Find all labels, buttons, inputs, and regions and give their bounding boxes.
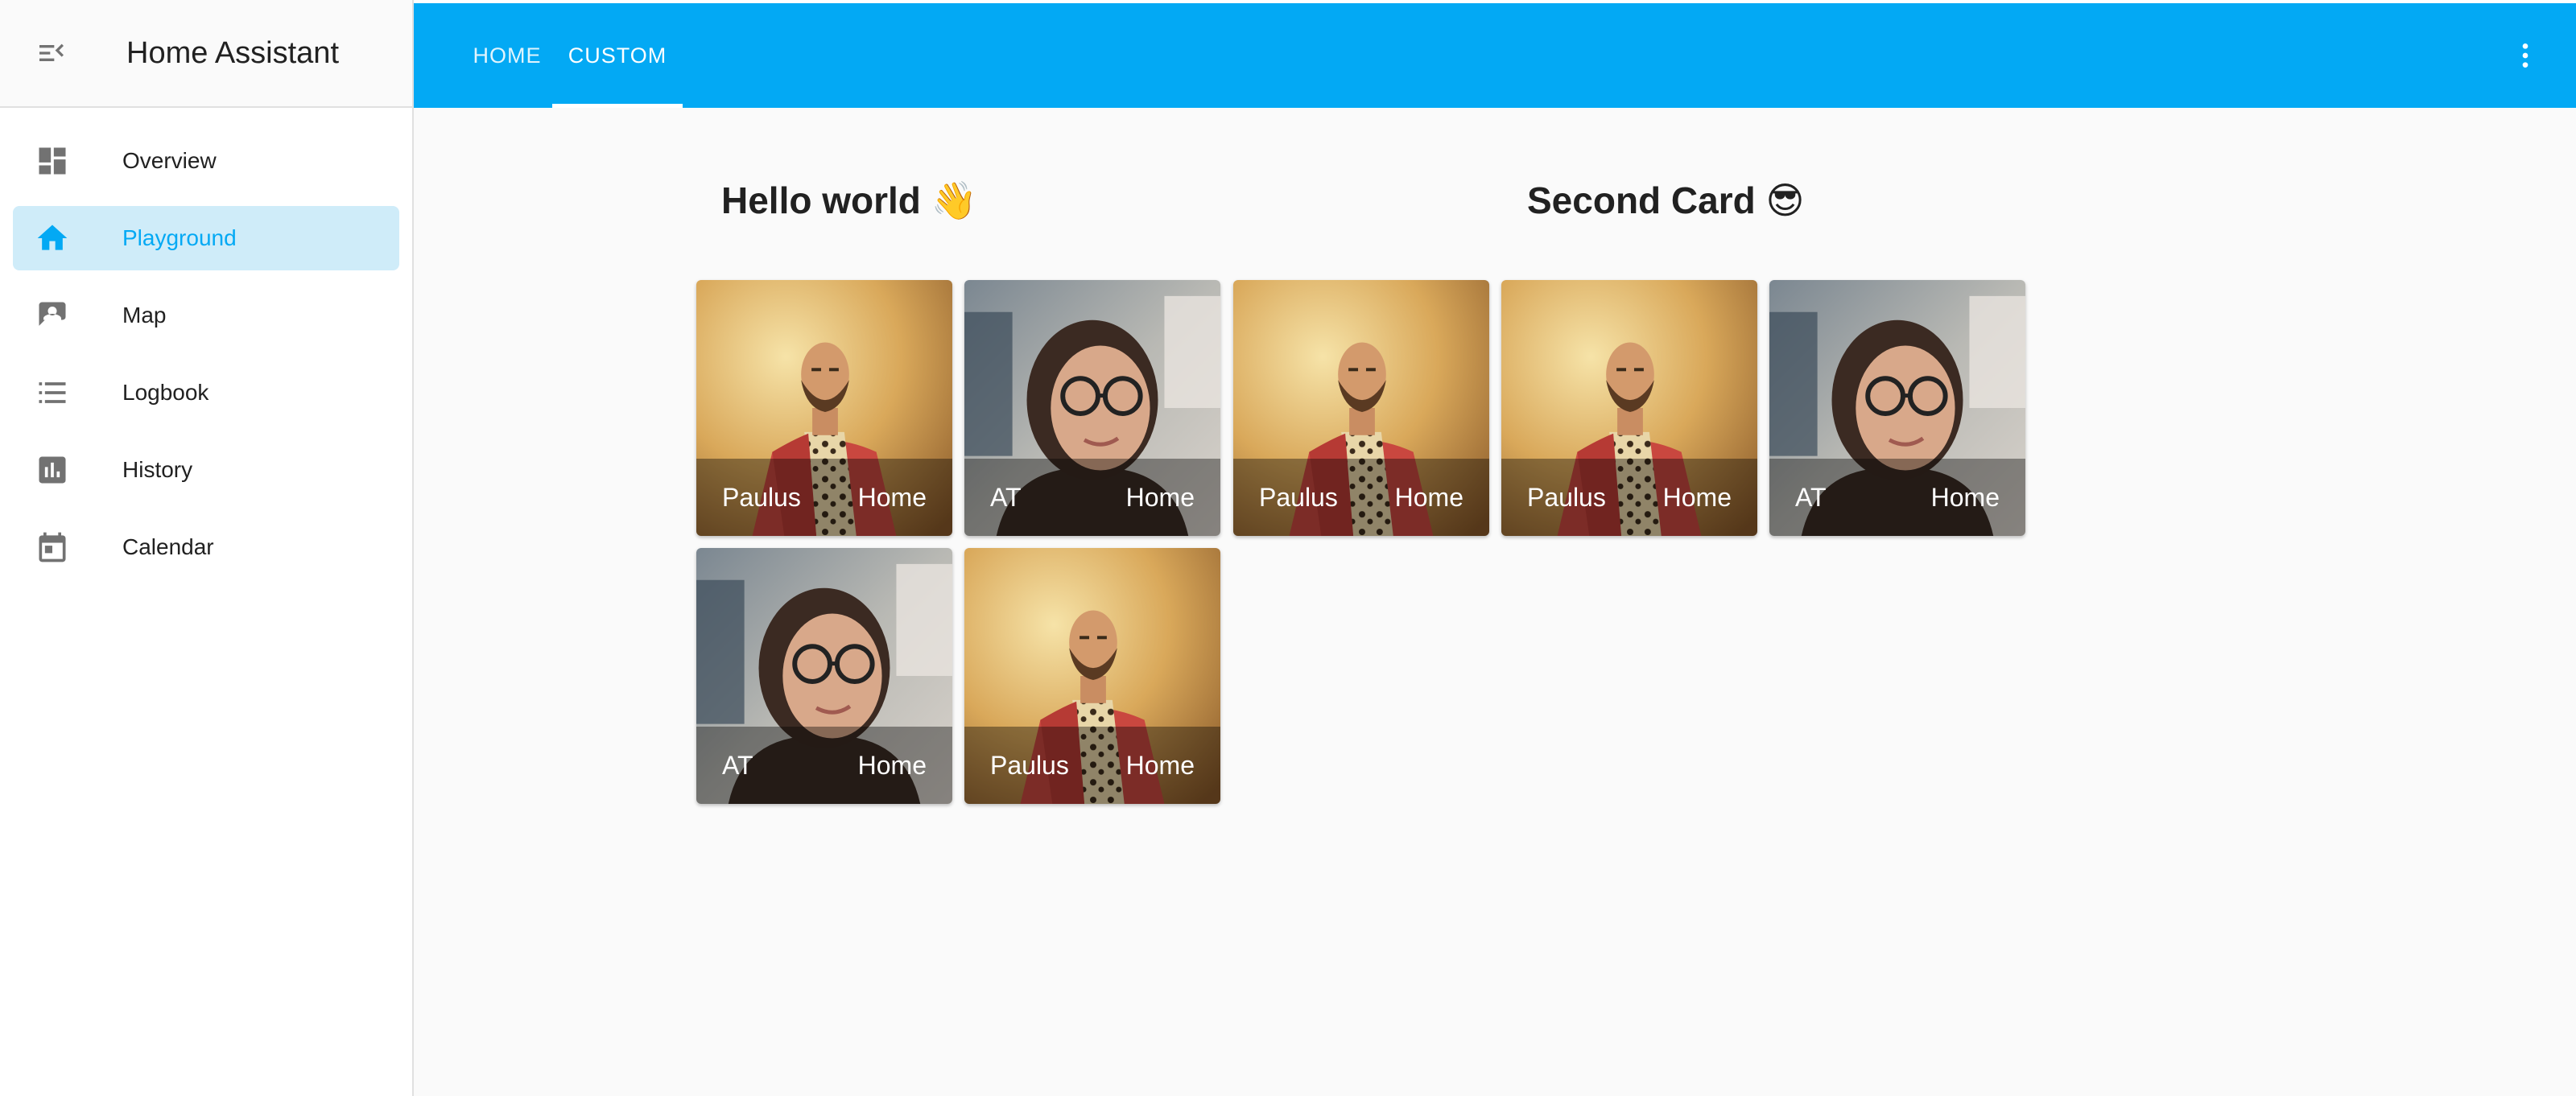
tile-name: Paulus [1259,482,1338,512]
person-tile-paulus[interactable]: Paulus Home [1233,280,1489,536]
dashboard-icon [33,142,72,180]
sidebar-item-label: Logbook [122,380,209,405]
tile-caption: AT Home [696,727,952,804]
tile-name: Paulus [990,750,1069,780]
card-title-second-card: Second Card 😎 [1527,179,1805,221]
sidebar-item-label: Map [122,303,167,328]
person-tile-at[interactable]: AT Home [1769,280,2025,536]
person-tile-paulus[interactable]: Paulus Home [964,548,1220,804]
tab-custom[interactable]: CUSTOM [552,3,683,108]
list-icon [33,373,72,412]
tile-state: Home [857,750,927,780]
active-tab-indicator [552,104,683,108]
person-tile-at[interactable]: AT Home [964,280,1220,536]
account-box-icon [33,296,72,335]
tile-name: AT [990,482,1022,512]
sidebar-item-label: Calendar [122,534,214,559]
tile-caption: AT Home [964,459,1220,536]
menu-open-icon [39,43,64,61]
person-tile-paulus[interactable]: Paulus Home [1501,280,1757,536]
overflow-menu-button[interactable] [2499,29,2552,82]
more-vertical-icon [2522,43,2529,68]
tile-name: AT [1795,482,1827,512]
sidebar-item-history[interactable]: History [13,438,399,502]
calendar-icon [33,528,72,567]
tile-caption: Paulus Home [964,727,1220,804]
tile-caption: Paulus Home [1233,459,1489,536]
menu-toggle-button[interactable] [25,27,78,80]
sidebar-item-map[interactable]: Map [13,283,399,348]
sidebar-header: Home Assistant [0,0,412,108]
sidebar: Home Assistant Overview Playground Map L… [0,0,414,1096]
person-tile-at[interactable]: AT Home [696,548,952,804]
home-icon [33,219,72,258]
tile-state: Home [1662,482,1732,512]
sidebar-item-label: Overview [122,148,217,173]
tile-name: AT [722,750,753,780]
person-tile-paulus[interactable]: Paulus Home [696,280,952,536]
sidebar-item-playground[interactable]: Playground [13,206,399,270]
tab-home[interactable]: HOME [454,3,560,108]
sidebar-nav: Overview Playground Map Logbook History [0,108,412,579]
tile-state: Home [1125,482,1195,512]
sidebar-item-label: History [122,457,193,482]
tile-caption: AT Home [1769,459,2025,536]
chart-box-icon [33,451,72,489]
tile-state: Home [1125,750,1195,780]
tile-state: Home [1394,482,1463,512]
sidebar-item-label: Playground [122,225,237,250]
tile-name: Paulus [1527,482,1606,512]
sidebar-item-overview[interactable]: Overview [13,129,399,193]
tile-name: Paulus [722,482,801,512]
sidebar-item-calendar[interactable]: Calendar [13,515,399,579]
top-app-bar: HOME CUSTOM [414,0,2576,108]
tile-state: Home [857,482,927,512]
app-title: Home Assistant [126,35,339,70]
tile-state: Home [1930,482,2000,512]
sidebar-item-logbook[interactable]: Logbook [13,361,399,425]
tile-caption: Paulus Home [696,459,952,536]
tile-caption: Paulus Home [1501,459,1757,536]
card-title-hello-world: Hello world 👋 [721,179,977,221]
